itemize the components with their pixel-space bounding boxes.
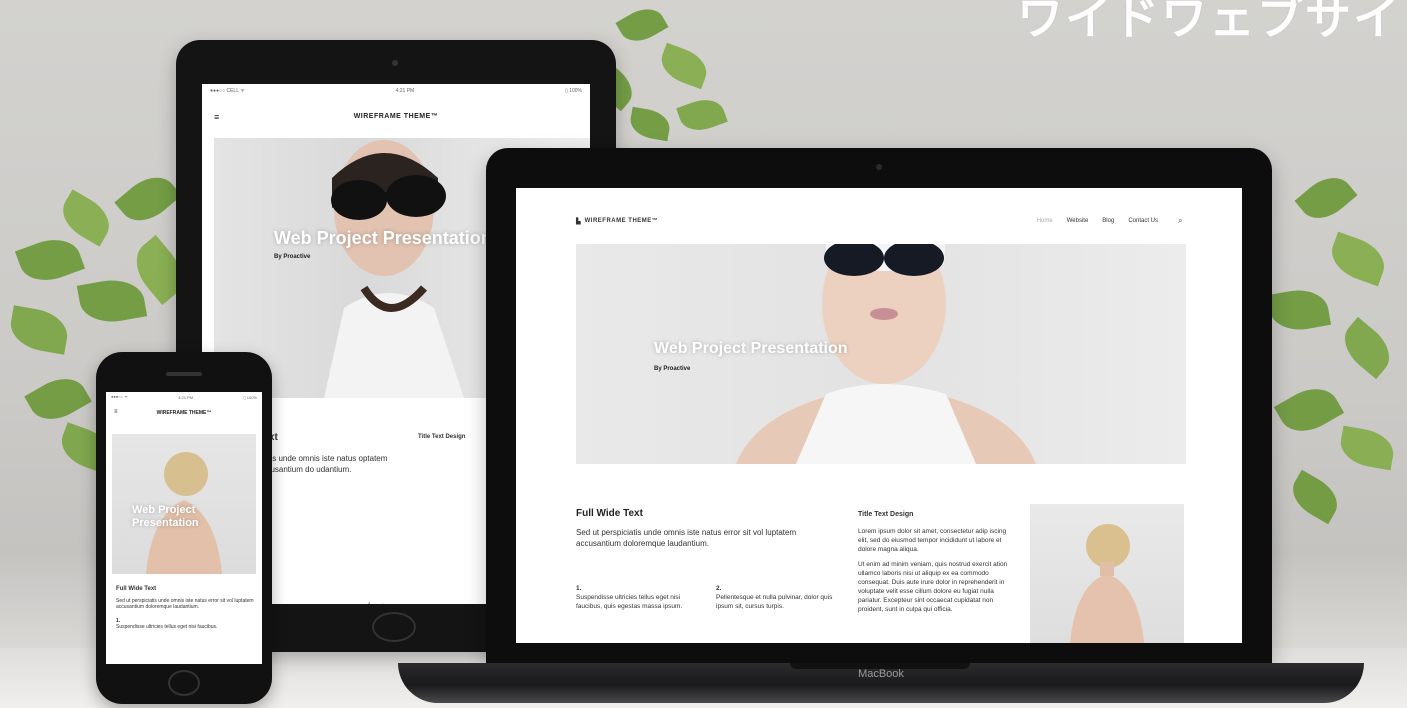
laptop-hero-image: Web Project Presentation By Proactive (576, 244, 1186, 464)
item-text: Pellentesque et nulla pulvinar, dolor qu… (716, 594, 833, 610)
side-photo (1030, 504, 1184, 643)
phone-body: Full Wide Text Sed ut perspiciatis unde … (116, 586, 254, 630)
tablet-status-battery: ▯ 100% (565, 88, 582, 94)
item-number: 1. (576, 585, 582, 592)
menu-icon[interactable]: ≡ (114, 409, 118, 415)
nav-link-contact-us[interactable]: Contact Us (1128, 218, 1158, 224)
nav-link-home[interactable]: Home (1037, 218, 1053, 224)
model-back-illustration (1070, 524, 1144, 643)
list-item: 2. Pellentesque et nulla pulvinar, dolor… (716, 584, 838, 611)
phone-status-battery: ▯ 100% (243, 394, 257, 400)
laptop-base: MacBook (398, 663, 1364, 703)
tablet-hero-subtitle: By Proactive (274, 254, 311, 260)
full-wide-text: Sed ut perspiciatis unde omnis iste natu… (576, 528, 797, 548)
tablet-navbar: ≡ WIREFRAME THEME™ (202, 98, 590, 134)
phone-body-text: Sed ut perspiciatis unde omnis iste natu… (116, 598, 254, 610)
laptop-device: ▙ WIREFRAME THEME™ Home Website Blog Con… (486, 148, 1272, 663)
macbook-label: MacBook (858, 668, 904, 680)
full-wide-heading: Full Wide Text (576, 508, 643, 519)
phone-hero-image: Web Project Presentation (112, 434, 256, 574)
laptop-nav-links: Home Website Blog Contact Us (1037, 218, 1158, 224)
laptop-navbar: ▙ WIREFRAME THEME™ Home Website Blog Con… (576, 214, 1186, 228)
tablet-hero-title: Web Project Presentation (274, 228, 492, 248)
title-design-paragraph: Ut enim ad minim veniam, quis nostrud ex… (858, 561, 1008, 613)
phone-device: ●●●○○ ᯤ 4:21 PM ▯ 100% ≡ WIREFRAME THEME… (96, 352, 272, 704)
phone-body-heading: Full Wide Text (116, 586, 157, 592)
nav-link-website[interactable]: Website (1067, 218, 1089, 224)
tablet-status-time: 4:21 PM (395, 88, 415, 94)
menu-icon[interactable]: ≡ (214, 112, 220, 122)
tablet-status-bar: ●●●○○ CELL ᯤ 4:21 PM ▯ 100% (202, 84, 590, 98)
instagram-icon[interactable]: ◘ (396, 603, 410, 604)
nav-link-blog[interactable]: Blog (1102, 218, 1114, 224)
full-wide-section: Full Wide Text Sed ut perspiciatis unde … (576, 508, 826, 549)
phone-status-carrier: ●●●○○ ᯤ (111, 394, 128, 399)
tablet-site-title[interactable]: WIREFRAME THEME™ (354, 113, 439, 120)
phone-hero-title: Web Project Presentation (132, 504, 199, 529)
site-logo-icon[interactable]: ▙ (576, 218, 581, 225)
phone-site-title[interactable]: WIREFRAME THEME™ (157, 410, 212, 416)
tablet-home-button[interactable] (372, 612, 416, 642)
tablet-status-carrier: ●●●○○ CELL ᯤ (210, 88, 245, 94)
search-icon[interactable]: ⌕ (1178, 216, 1182, 226)
list-item: 1. Suspendisse ultricies tellus eget nis… (576, 584, 698, 611)
phone-home-button[interactable] (168, 670, 200, 696)
phone-status-bar: ●●●○○ ᯤ 4:21 PM ▯ 100% (106, 392, 262, 402)
phone-item-text: Suspendisse ultricies tellus eget nisi f… (116, 624, 218, 630)
tablet-social-icons: f✦◘ᴘ (368, 602, 424, 604)
tablet-body-text: ciatis unde omnis iste natus optatem acc… (258, 454, 388, 474)
pinterest-icon[interactable]: ᴘ (410, 603, 424, 604)
phone-screen: ●●●○○ ᯤ 4:21 PM ▯ 100% ≡ WIREFRAME THEME… (106, 392, 262, 664)
title-design-paragraph: Lorem ipsum dolor sit amet, consectetur … (858, 528, 1007, 553)
title-design-heading: Title Text Design (858, 511, 914, 518)
tablet-side-heading: Title Text Design (418, 434, 466, 440)
item-text: Suspendisse ultricies tellus eget nisi f… (576, 594, 683, 610)
laptop-hero-title: Web Project Presentation (654, 340, 848, 357)
laptop-site-title[interactable]: WIREFRAME THEME™ (585, 218, 659, 224)
phone-speaker (166, 372, 202, 376)
headline-japanese: ワイドワェブサイ (1017, 0, 1401, 45)
laptop-hero-subtitle: By Proactive (654, 366, 691, 372)
twitter-icon[interactable]: ✦ (380, 603, 396, 604)
item-number: 2. (716, 585, 722, 592)
laptop-camera (876, 164, 882, 170)
facebook-icon[interactable]: f (368, 603, 380, 604)
phone-navbar: ≡ WIREFRAME THEME™ (106, 402, 262, 424)
laptop-screen: ▙ WIREFRAME THEME™ Home Website Blog Con… (516, 188, 1242, 643)
title-design-section: Title Text Design Lorem ipsum dolor sit … (858, 510, 1012, 614)
tablet-camera (392, 60, 398, 66)
phone-status-time: 4:21 PM (178, 394, 194, 400)
